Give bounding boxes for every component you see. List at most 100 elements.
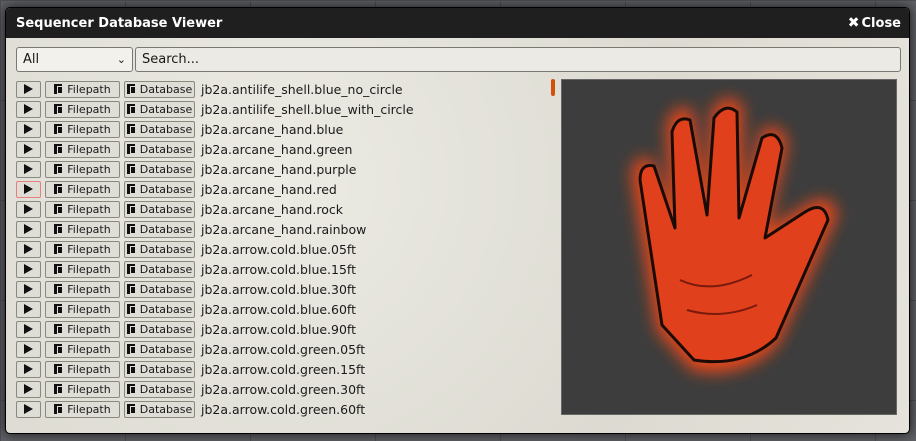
entry-name[interactable]: jb2a.arcane_hand.green (201, 142, 352, 157)
filepath-label: Filepath (67, 242, 111, 256)
copy-database-button[interactable]: Database (124, 160, 195, 178)
entry-name[interactable]: jb2a.arcane_hand.red (201, 182, 337, 197)
copy-filepath-button[interactable]: Filepath (45, 220, 120, 238)
entry-name[interactable]: jb2a.arcane_hand.rainbow (201, 222, 366, 237)
copy-database-button[interactable]: Database (124, 240, 195, 258)
entry-name[interactable]: jb2a.antilife_shell.blue_with_circle (201, 102, 414, 117)
database-label: Database (139, 242, 193, 256)
copy-filepath-button[interactable]: Filepath (45, 180, 120, 198)
copy-database-button[interactable]: Database (124, 380, 195, 398)
pack-filter-select[interactable]: All ⌄ (16, 47, 133, 72)
entry-name[interactable]: jb2a.arrow.cold.green.15ft (201, 362, 365, 377)
copy-database-button[interactable]: Database (124, 120, 195, 138)
copy-filepath-button[interactable]: Filepath (45, 100, 120, 118)
filepath-label: Filepath (67, 162, 111, 176)
play-button[interactable] (16, 280, 41, 298)
entry-name[interactable]: jb2a.antilife_shell.blue_no_circle (201, 82, 403, 97)
copy-filepath-button[interactable]: Filepath (45, 140, 120, 158)
copy-database-button[interactable]: Database (124, 360, 195, 378)
entry-name[interactable]: jb2a.arrow.cold.blue.30ft (201, 282, 356, 297)
window-titlebar[interactable]: Sequencer Database Viewer ✖ Close (6, 8, 909, 38)
play-button[interactable] (16, 200, 41, 218)
entry-name[interactable]: jb2a.arrow.cold.blue.15ft (201, 262, 356, 277)
copy-filepath-button[interactable]: Filepath (45, 320, 120, 338)
copy-database-button[interactable]: Database (124, 180, 195, 198)
play-icon (24, 204, 33, 214)
copy-filepath-button[interactable]: Filepath (45, 260, 120, 278)
copy-filepath-button[interactable]: Filepath (45, 380, 120, 398)
database-label: Database (139, 162, 193, 176)
copy-icon (54, 164, 64, 174)
entry-name[interactable]: jb2a.arrow.cold.blue.05ft (201, 242, 356, 257)
close-icon: ✖ (847, 15, 860, 31)
play-button[interactable] (16, 340, 41, 358)
play-icon (24, 144, 33, 154)
entry-name[interactable]: jb2a.arrow.cold.green.05ft (201, 342, 365, 357)
database-label: Database (139, 222, 193, 236)
close-button[interactable]: ✖ Close (848, 15, 901, 31)
list-item: Filepath Database jb2a.arrow.cold.blue.60f… (16, 299, 550, 319)
play-button[interactable] (16, 400, 41, 418)
entry-list[interactable]: Filepath Database jb2a.antilife_shell.blue… (16, 79, 550, 421)
copy-icon (54, 84, 64, 94)
play-icon (24, 244, 33, 254)
copy-database-button[interactable]: Database (124, 320, 195, 338)
copy-database-button[interactable]: Database (124, 140, 195, 158)
play-button[interactable] (16, 220, 41, 238)
filepath-label: Filepath (67, 222, 111, 236)
play-button[interactable] (16, 140, 41, 158)
close-label: Close (861, 15, 901, 31)
filepath-label: Filepath (67, 382, 111, 396)
play-button[interactable] (16, 320, 41, 338)
copy-filepath-button[interactable]: Filepath (45, 80, 120, 98)
play-button[interactable] (16, 240, 41, 258)
play-button[interactable] (16, 120, 41, 138)
list-item: Filepath Database jb2a.arrow.cold.blue.30f… (16, 279, 550, 299)
copy-database-button[interactable]: Database (124, 280, 195, 298)
play-button[interactable] (16, 80, 41, 98)
copy-database-button[interactable]: Database (124, 100, 195, 118)
copy-database-button[interactable]: Database (124, 340, 195, 358)
list-scrollbar[interactable] (551, 79, 556, 421)
copy-database-button[interactable]: Database (124, 220, 195, 238)
entry-name[interactable]: jb2a.arrow.cold.blue.90ft (201, 322, 356, 337)
copy-filepath-button[interactable]: Filepath (45, 160, 120, 178)
play-button[interactable] (16, 260, 41, 278)
copy-filepath-button[interactable]: Filepath (45, 200, 120, 218)
copy-filepath-button[interactable]: Filepath (45, 120, 120, 138)
copy-database-button[interactable]: Database (124, 80, 195, 98)
entry-name[interactable]: jb2a.arcane_hand.rock (201, 202, 343, 217)
copy-filepath-button[interactable]: Filepath (45, 240, 120, 258)
effect-preview (561, 79, 897, 415)
entry-name[interactable]: jb2a.arcane_hand.purple (201, 162, 356, 177)
copy-filepath-button[interactable]: Filepath (45, 340, 120, 358)
entry-name[interactable]: jb2a.arrow.cold.green.30ft (201, 382, 365, 397)
play-button[interactable] (16, 380, 41, 398)
play-button[interactable] (16, 160, 41, 178)
copy-database-button[interactable]: Database (124, 400, 195, 418)
copy-filepath-button[interactable]: Filepath (45, 300, 120, 318)
play-button[interactable] (16, 180, 41, 198)
play-button[interactable] (16, 300, 41, 318)
copy-database-button[interactable]: Database (124, 300, 195, 318)
play-button[interactable] (16, 360, 41, 378)
entry-name[interactable]: jb2a.arrow.cold.green.60ft (201, 402, 365, 417)
entry-name[interactable]: jb2a.arcane_hand.blue (201, 122, 343, 137)
copy-icon (54, 284, 64, 294)
play-icon (24, 104, 33, 114)
play-button[interactable] (16, 100, 41, 118)
entry-name[interactable]: jb2a.arrow.cold.blue.60ft (201, 302, 356, 317)
search-input[interactable] (135, 47, 901, 72)
play-icon (24, 344, 33, 354)
filepath-label: Filepath (67, 342, 111, 356)
copy-database-button[interactable]: Database (124, 260, 195, 278)
copy-filepath-button[interactable]: Filepath (45, 360, 120, 378)
copy-filepath-button[interactable]: Filepath (45, 280, 120, 298)
copy-database-button[interactable]: Database (124, 200, 195, 218)
copy-filepath-button[interactable]: Filepath (45, 400, 120, 418)
play-icon (24, 224, 33, 234)
pack-filter-value: All (23, 52, 40, 67)
scrollbar-thumb[interactable] (551, 79, 555, 96)
list-item: Filepath Database jb2a.arrow.cold.green.60… (16, 399, 550, 419)
filepath-label: Filepath (67, 362, 111, 376)
